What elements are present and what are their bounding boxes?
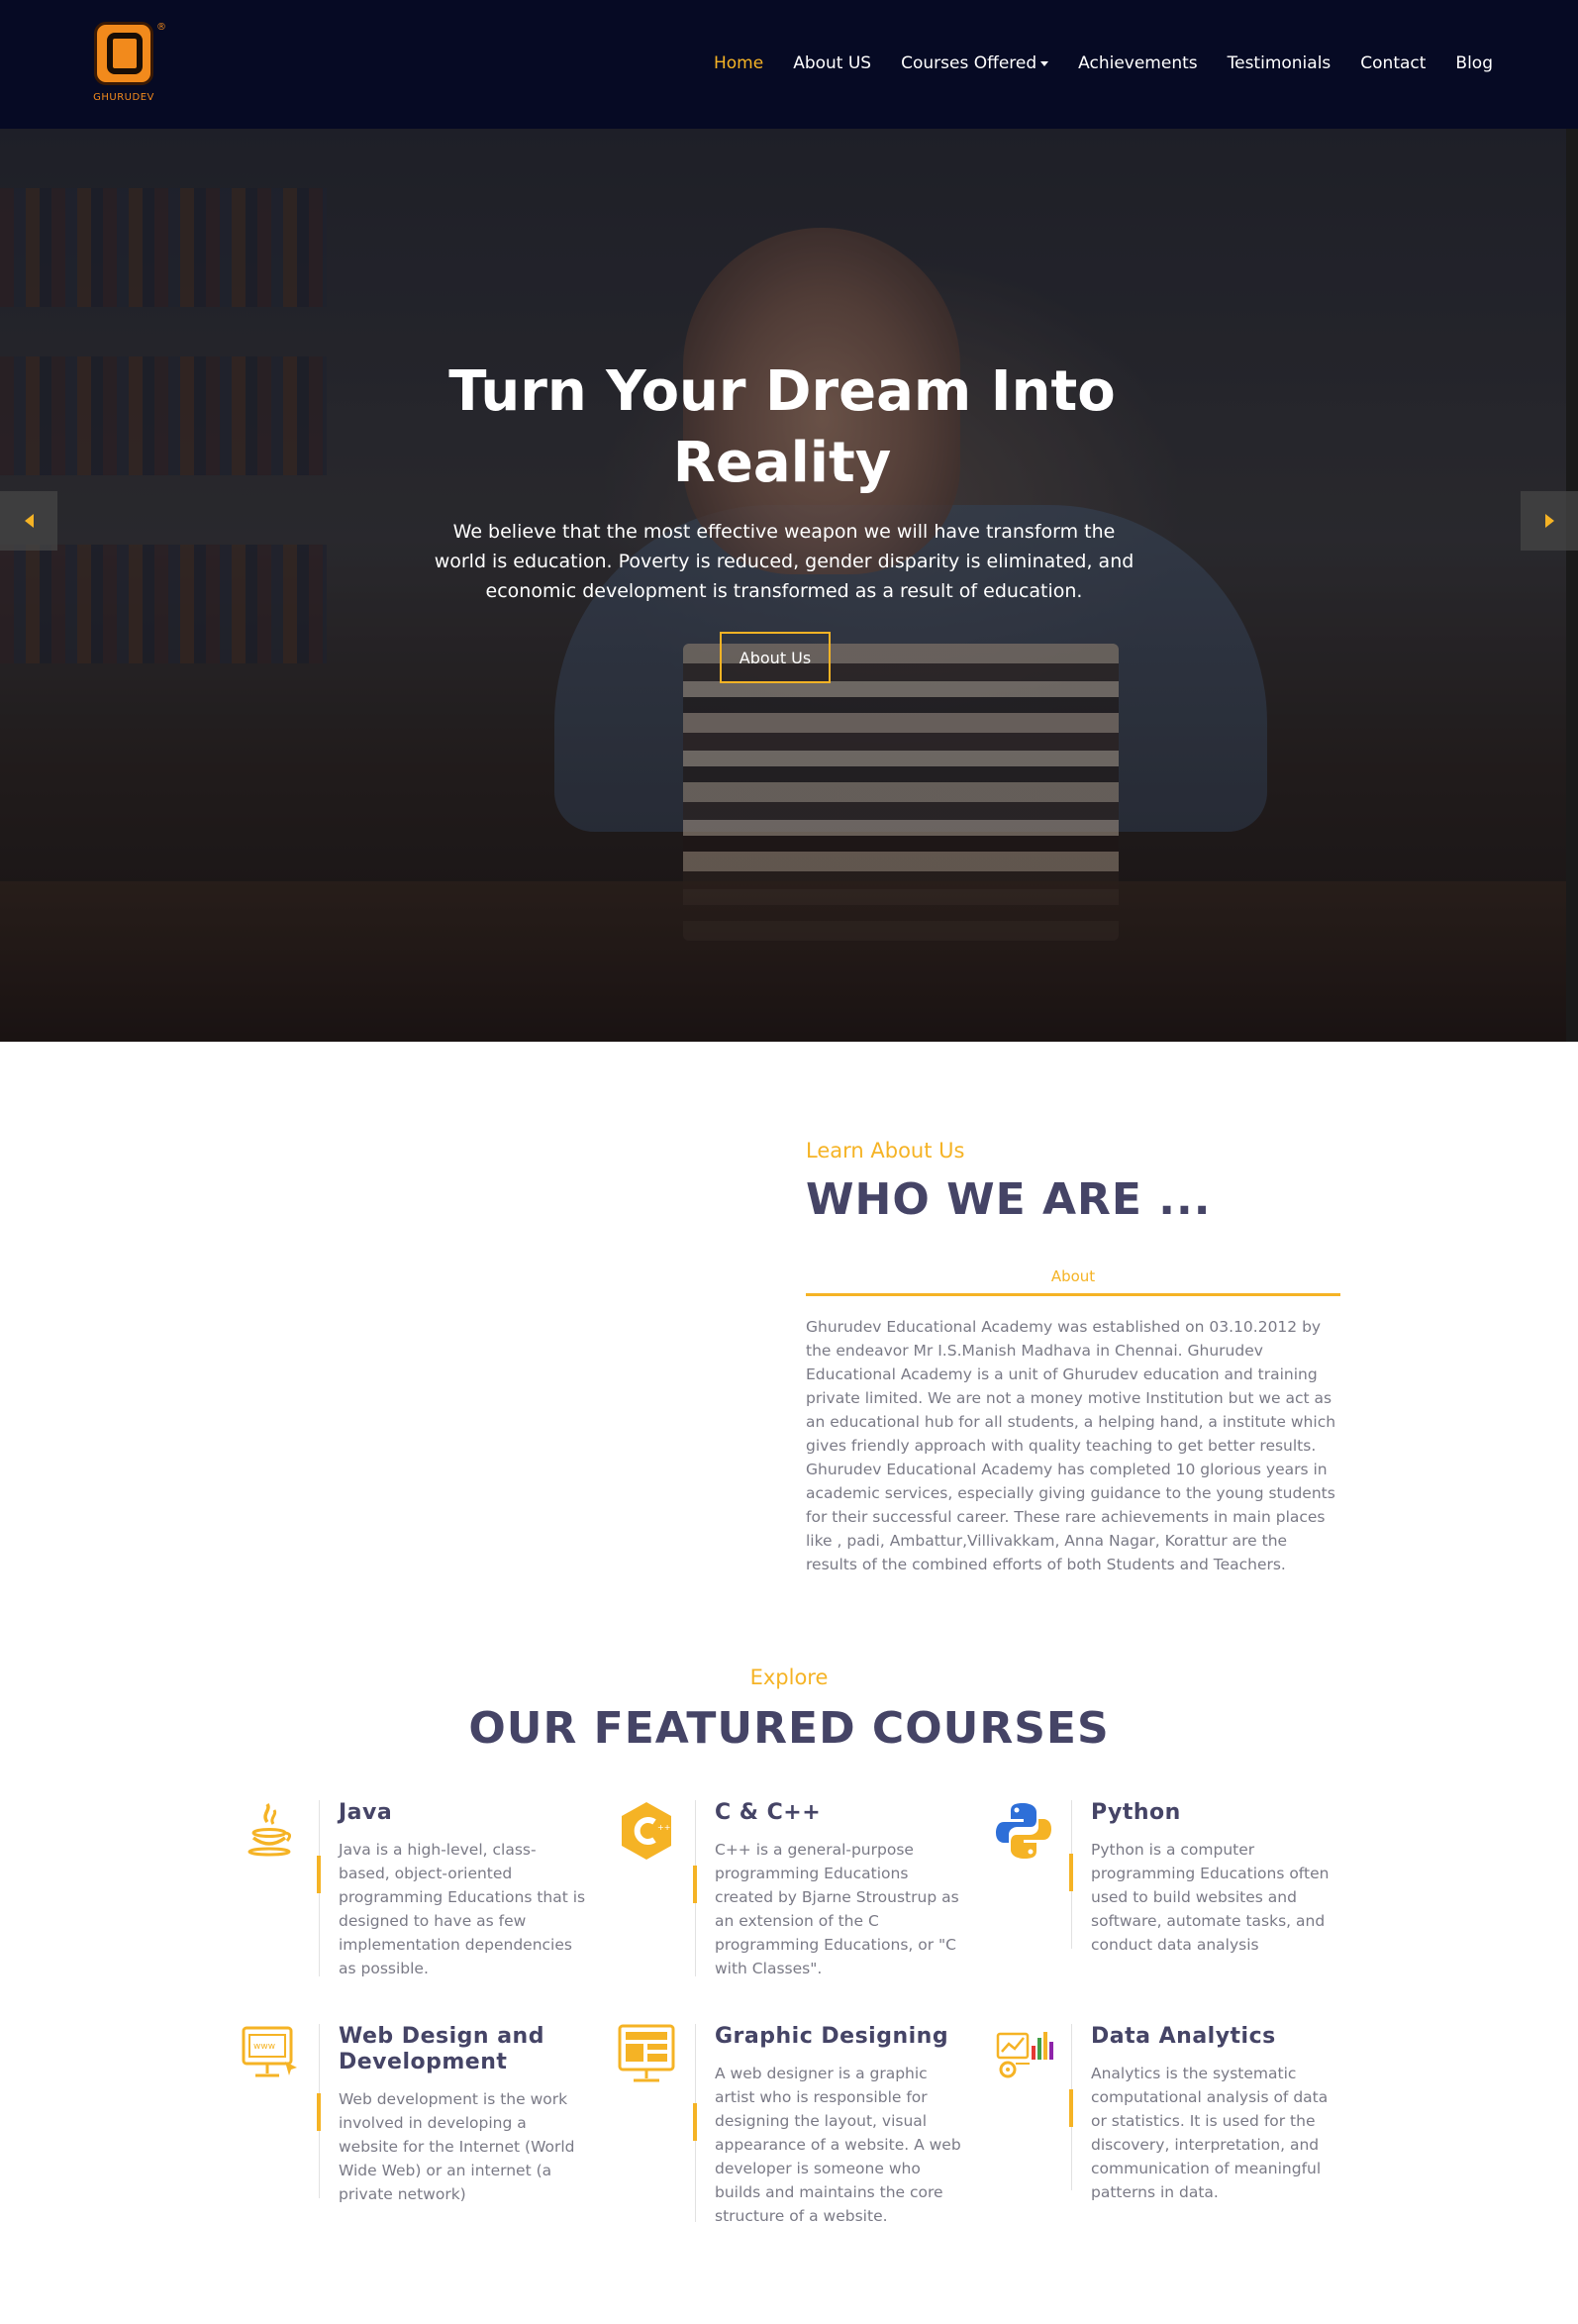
- svg-text:www: www: [253, 2042, 275, 2052]
- brand-logo[interactable]: ® GHURUDEV: [89, 22, 166, 107]
- hero-carousel: Turn Your Dream Into Reality We believe …: [0, 129, 1578, 1042]
- cpp-icon: ++: [618, 1800, 677, 1860]
- course-title: C & C++: [715, 1800, 822, 1825]
- courses-title: OUR FEATURED COURSES: [468, 1703, 1110, 1754]
- nav-home[interactable]: Home: [714, 53, 763, 73]
- course-title: Graphic Designing: [715, 2024, 949, 2049]
- hero-text: We believe that the most effective weapo…: [434, 521, 1134, 602]
- logo-text: GHURUDEV: [93, 92, 154, 103]
- course-title: Java: [339, 1800, 393, 1825]
- nav-testimonials[interactable]: Testimonials: [1228, 53, 1331, 73]
- course-accent-bar: [693, 2103, 697, 2141]
- hero-title: Turn Your Dream Into Reality: [448, 359, 1116, 495]
- navbar: ® GHURUDEV Home About US Courses Offered…: [0, 0, 1578, 129]
- course-accent-bar: [1069, 2089, 1073, 2127]
- course-card-java[interactable]: Java Java is a high-level, class-based, …: [242, 1800, 608, 1978]
- main-nav: Home About US Courses Offered Achievemen…: [714, 53, 1493, 73]
- svg-text:++: ++: [657, 1823, 670, 1832]
- carousel-prev-button[interactable]: [0, 491, 57, 551]
- carousel-next-button[interactable]: [1521, 491, 1578, 551]
- nav-contact[interactable]: Contact: [1360, 53, 1426, 73]
- course-card-cpp[interactable]: ++ C & C++ C++ is a general-purpose prog…: [618, 1800, 984, 1978]
- course-card-python[interactable]: Python Python is a computer programming …: [994, 1800, 1360, 1978]
- hero-about-button[interactable]: About Us: [720, 632, 831, 683]
- course-description: Web development is the work involved in …: [339, 2090, 575, 2203]
- logo-mark: [94, 22, 153, 85]
- nav-blog[interactable]: Blog: [1455, 53, 1493, 73]
- course-accent-bar: [317, 1856, 321, 1893]
- chevron-right-icon: [1544, 514, 1554, 528]
- course-accent-bar: [693, 1866, 697, 1903]
- course-title: Python: [1091, 1800, 1181, 1825]
- caret-down-icon: [1040, 60, 1049, 66]
- course-title: Data Analytics: [1091, 2024, 1276, 2049]
- course-accent-bar: [1069, 1854, 1073, 1891]
- about-tab[interactable]: About: [806, 1267, 1340, 1296]
- nav-courses-offered[interactable]: Courses Offered: [901, 53, 1049, 73]
- course-description: Python is a computer programming Educati…: [1091, 1841, 1330, 1954]
- course-description: Analytics is the systematic computationa…: [1091, 2065, 1329, 2201]
- course-description: C++ is a general-purpose programming Edu…: [715, 1841, 959, 1977]
- about-text: Ghurudev Educational Academy was establi…: [806, 1318, 1336, 1573]
- course-description: A web designer is a graphic artist who i…: [715, 2065, 961, 2225]
- python-icon: [994, 1800, 1053, 1860]
- about-title: WHO WE ARE ...: [806, 1174, 1212, 1225]
- chevron-left-icon: [24, 514, 34, 528]
- java-icon: [242, 1800, 301, 1860]
- data-analytics-icon: [994, 2024, 1053, 2083]
- course-card-data-analytics[interactable]: Data Analytics Analytics is the systemat…: [994, 2024, 1360, 2202]
- course-card-graphic-design[interactable]: Graphic Designing A web designer is a gr…: [618, 2024, 984, 2225]
- courses-subtitle: Explore: [749, 1666, 829, 1689]
- graphic-design-icon: [618, 2024, 677, 2083]
- course-title: Web Design and Development: [339, 2024, 544, 2074]
- web-design-icon: www: [242, 2024, 301, 2083]
- nav-courses-label: Courses Offered: [901, 53, 1037, 73]
- about-subtitle: Learn About Us: [806, 1139, 965, 1162]
- course-accent-bar: [317, 2093, 321, 2131]
- course-description: Java is a high-level, class-based, objec…: [339, 1841, 586, 1977]
- course-card-web-design[interactable]: www Web Design and Development Web devel…: [242, 2024, 608, 2212]
- nav-achievements[interactable]: Achievements: [1078, 53, 1197, 73]
- hero-edge: [1566, 129, 1578, 1042]
- logo-reg-mark: ®: [156, 22, 166, 33]
- nav-about-us[interactable]: About US: [793, 53, 871, 73]
